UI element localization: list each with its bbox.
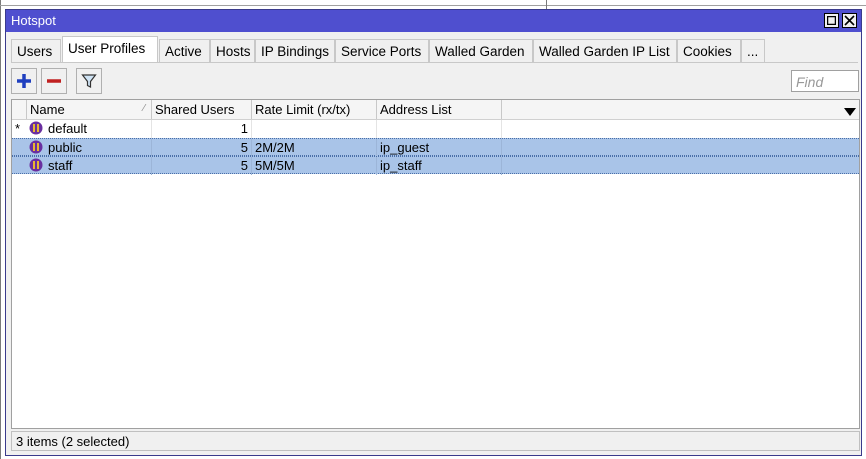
title-bar[interactable]: Hotspot [6, 10, 861, 32]
columns-menu-button[interactable] [844, 104, 856, 119]
row-name-cell: default [27, 120, 152, 138]
tab-active[interactable]: Active [159, 39, 210, 62]
column-name[interactable]: Name ⁄ [27, 100, 152, 119]
restore-icon [827, 16, 836, 25]
tab-user-profiles[interactable]: User Profiles [62, 36, 158, 63]
row-flag [12, 157, 27, 175]
restore-button[interactable] [824, 13, 839, 28]
user-profiles-table: Name ⁄ Shared Users Rate Limit (rx/tx) A… [11, 99, 860, 429]
tab-more[interactable]: ... [741, 39, 765, 62]
row-name-cell: public [27, 139, 152, 157]
user-profile-icon [29, 121, 43, 135]
tab-service-ports[interactable]: Service Ports [335, 39, 429, 62]
column-flag[interactable] [12, 100, 27, 119]
close-icon [844, 15, 855, 26]
profile-name: staff [48, 158, 73, 173]
hotspot-window: Hotspot Users User Profiles Active Hosts… [5, 9, 862, 456]
toolbar: Find [10, 68, 860, 96]
remove-button[interactable] [41, 68, 67, 94]
user-profile-icon [29, 140, 43, 154]
table-row[interactable]: public 5 2M/2M ip_guest [12, 138, 859, 157]
table-row[interactable]: * default 1 [12, 120, 859, 138]
profile-name: public [48, 140, 82, 155]
shared-users-cell: 5 [152, 139, 252, 157]
background-window-edge [546, 0, 547, 9]
column-address-list[interactable]: Address List [377, 100, 502, 119]
rate-limit-cell [252, 120, 377, 138]
row-flag [12, 139, 27, 157]
status-bar: 3 items (2 selected) [11, 431, 860, 451]
table-header: Name ⁄ Shared Users Rate Limit (rx/tx) A… [12, 100, 859, 120]
add-button[interactable] [11, 68, 37, 94]
tab-users[interactable]: Users [11, 39, 61, 62]
tab-hosts[interactable]: Hosts [210, 39, 255, 62]
close-button[interactable] [842, 13, 857, 28]
table-row[interactable]: staff 5 5M/5M ip_staff [12, 156, 859, 175]
column-shared-users[interactable]: Shared Users [152, 100, 252, 119]
shared-users-cell: 5 [152, 157, 252, 175]
tab-divider [11, 62, 858, 63]
find-input[interactable]: Find [791, 70, 859, 92]
column-rate-limit[interactable]: Rate Limit (rx/tx) [252, 100, 377, 119]
rate-limit-cell: 2M/2M [252, 139, 377, 157]
tab-cookies[interactable]: Cookies [677, 39, 741, 62]
background-window-edge [0, 0, 1, 459]
sort-icon: ⁄ [143, 103, 145, 114]
filter-icon [81, 74, 97, 88]
row-name-cell: staff [27, 157, 152, 175]
address-list-cell: ip_staff [377, 157, 502, 175]
tab-walled-garden-ip-list[interactable]: Walled Garden IP List [533, 39, 677, 62]
window-title: Hotspot [11, 13, 56, 28]
plus-icon [17, 74, 31, 88]
column-name-label: Name [30, 102, 65, 117]
minus-icon [47, 79, 61, 83]
profile-name: default [48, 121, 88, 136]
row-flag: * [15, 121, 21, 136]
tab-ip-bindings[interactable]: IP Bindings [255, 39, 335, 62]
tab-walled-garden[interactable]: Walled Garden [429, 39, 533, 62]
address-list-cell: ip_guest [377, 139, 502, 157]
filter-button[interactable] [76, 68, 102, 94]
shared-users-cell: 1 [152, 120, 252, 138]
user-profile-icon [29, 158, 43, 172]
address-list-cell [377, 120, 502, 138]
chevron-down-icon [844, 108, 856, 116]
rate-limit-cell: 5M/5M [252, 157, 377, 175]
background-window-edge [0, 5, 866, 6]
